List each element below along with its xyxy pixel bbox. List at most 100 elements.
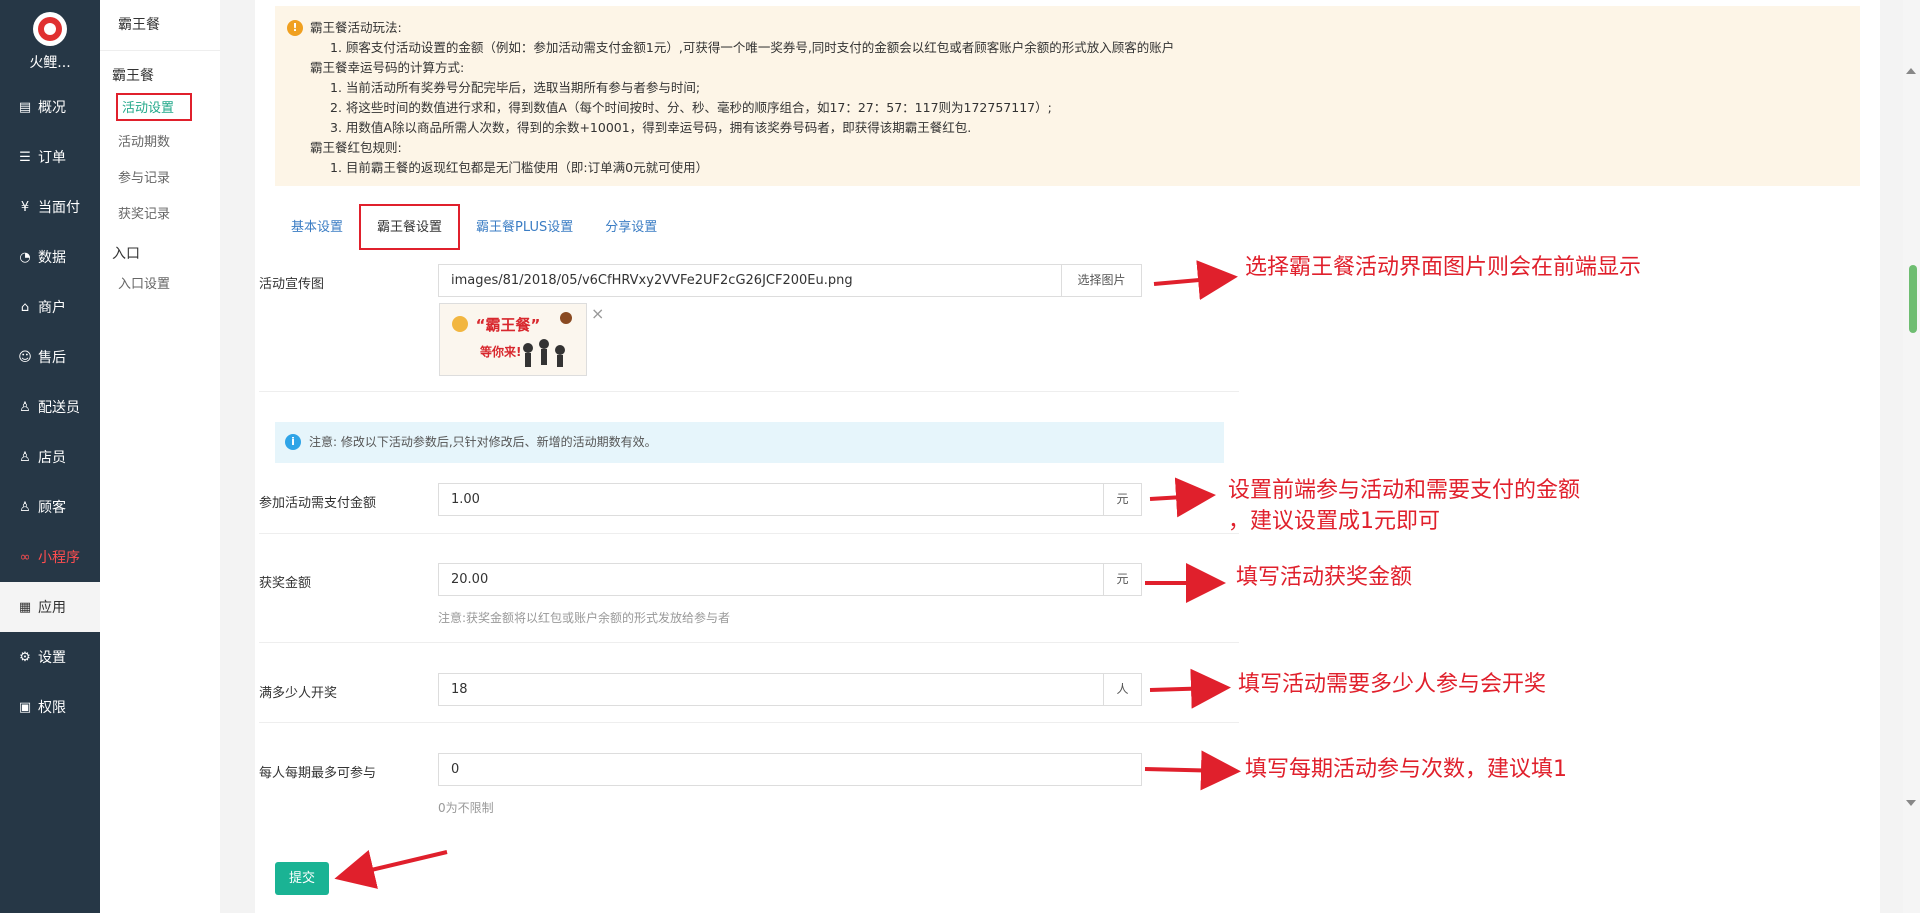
scroll-up-icon[interactable] xyxy=(1906,68,1916,74)
tab-plus-settings[interactable]: 霸王餐PLUS设置 xyxy=(460,206,589,250)
nav-item-aftersale[interactable]: ☺ 售后 xyxy=(0,332,100,382)
nav-item-data[interactable]: ◔ 数据 xyxy=(0,232,100,282)
prize-amount-input[interactable]: 20.00 xyxy=(438,563,1104,596)
nav-label: 应用 xyxy=(38,600,66,616)
yen-icon: ¥ xyxy=(20,199,30,215)
nav-label: 订单 xyxy=(38,150,66,166)
pay-amount-label: 参加活动需支付金额 xyxy=(259,496,377,511)
nav-item-orders[interactable]: ☰ 订单 xyxy=(0,132,100,182)
main-sidebar: 火鲤... ▤ 概况 ☰ 订单 ¥ 当面付 ◔ 数据 ⌂ 商户 ☺ 售后 ♙ 配送员 ♙ 店员 … xyxy=(0,0,100,913)
params-notice: i 注意: 修改以下活动参数后,只针对修改后、新增的活动期数有效。 xyxy=(275,422,1224,463)
annotation-pay-2: ，建议设置成1元即可 xyxy=(1228,509,1440,534)
thumb-title: “霸王餐” xyxy=(476,316,541,334)
logo-text: 火鲤... xyxy=(29,55,71,71)
notice-line: 1. 顾客支付活动设置的金额（例如：参加活动需支付金额1元）,可获得一个唯一奖券… xyxy=(330,40,1175,55)
scroll-down-icon[interactable] xyxy=(1906,800,1916,806)
banner-thumbnail-image: “霸王餐” 等你来! xyxy=(440,304,586,375)
info-icon: i xyxy=(285,434,301,450)
annotation-prize: 填写活动获奖金额 xyxy=(1236,565,1413,590)
people-count-input[interactable]: 18 xyxy=(438,673,1104,706)
notice-line: 2. 将这些时间的数值进行求和，得到数值A（每个时间按时、分、秒、毫秒的顺序组合… xyxy=(330,100,1052,115)
info-icon: ! xyxy=(287,20,303,36)
pay-amount-input[interactable]: 1.00 xyxy=(438,483,1104,516)
nav-label: 顾客 xyxy=(38,500,66,516)
nav-item-courier[interactable]: ♙ 配送员 xyxy=(0,382,100,432)
shop-icon: ⌂ xyxy=(20,299,30,315)
nav-item-facepay[interactable]: ¥ 当面付 xyxy=(0,182,100,232)
brand-logo-icon xyxy=(33,12,67,46)
sub-group-bawangcan: 霸王餐 xyxy=(112,68,154,84)
thumb-subtitle: 等你来! xyxy=(479,344,521,359)
courier-icon: ♙ xyxy=(19,399,31,415)
customer-icon: ♙ xyxy=(19,499,31,515)
chart-icon: ◔ xyxy=(19,249,31,265)
submit-button[interactable]: 提交 xyxy=(275,862,329,895)
choose-image-button[interactable]: 选择图片 xyxy=(1061,264,1142,297)
remove-image-icon[interactable]: × xyxy=(591,304,604,323)
dashboard-icon: ▤ xyxy=(18,99,32,115)
annotation-banner: 选择霸王餐活动界面图片则会在前端显示 xyxy=(1245,255,1642,280)
sub-sidebar: 霸王餐 霸王餐 活动设置 活动期数 参与记录 获奖记录 入口 入口设置 xyxy=(100,0,221,913)
people-count-label: 满多少人开奖 xyxy=(259,686,338,701)
pay-amount-unit: 元 xyxy=(1103,483,1142,516)
banner-path-field[interactable]: images/81/2018/05/v6CfHRVxy2VVFe2UF2cG26… xyxy=(438,264,1065,297)
sub-sidebar-title: 霸王餐 xyxy=(100,0,220,51)
order-icon: ☰ xyxy=(19,149,31,165)
divider xyxy=(259,533,1239,534)
apps-icon: ▦ xyxy=(18,599,32,615)
nav-label: 当面付 xyxy=(38,200,80,216)
banner-thumbnail: “霸王餐” 等你来! xyxy=(439,303,587,376)
clerk-icon: ♙ xyxy=(19,449,31,465)
miniprogram-icon: ∞ xyxy=(19,549,31,565)
nav-label: 店员 xyxy=(38,450,66,466)
nav-label: 设置 xyxy=(38,650,66,666)
annotation-people: 填写活动需要多少人参与会开奖 xyxy=(1238,672,1547,697)
settings-tabs: 基本设置 霸王餐设置 霸王餐PLUS设置 分享设置 xyxy=(275,204,673,250)
prize-amount-label: 获奖金额 xyxy=(259,576,312,591)
tab-bawangcan-settings[interactable]: 霸王餐设置 xyxy=(359,204,461,250)
nav-label: 概况 xyxy=(38,100,66,116)
nav-label: 商户 xyxy=(38,300,66,316)
nav-item-miniprogram[interactable]: ∞ 小程序 xyxy=(0,532,100,582)
annotation-pay-1: 设置前端参与活动和需要支付的金额 xyxy=(1228,478,1581,503)
nav-item-customer[interactable]: ♙ 顾客 xyxy=(0,482,100,532)
lock-icon: ▣ xyxy=(18,699,32,715)
tab-basic-settings[interactable]: 基本设置 xyxy=(275,206,359,250)
sub-group-entrance: 入口 xyxy=(112,246,140,262)
sub-item-activity-settings[interactable]: 活动设置 xyxy=(116,93,192,121)
params-notice-text: 注意: 修改以下活动参数后,只针对修改后、新增的活动期数有效。 xyxy=(309,435,657,449)
nav-item-merchant[interactable]: ⌂ 商户 xyxy=(0,282,100,332)
prize-amount-hint: 注意:获奖金额将以红包或账户余额的形式发放给参与者 xyxy=(438,611,731,625)
notice-line: 霸王餐活动玩法: xyxy=(310,20,402,35)
logo[interactable]: 火鲤... xyxy=(0,12,100,72)
sub-item-participation-records[interactable]: 参与记录 xyxy=(116,165,220,193)
nav-item-clerk[interactable]: ♙ 店员 xyxy=(0,432,100,482)
rules-notice: ! 霸王餐活动玩法: 1. 顾客支付活动设置的金额（例如：参加活动需支付金额1元… xyxy=(275,6,1860,186)
notice-line: 3. 用数值A除以商品所需人次数，得到的余数+10001，得到幸运号码，拥有该奖… xyxy=(330,120,972,135)
notice-line: 1. 当前活动所有奖券号分配完毕后，选取当期所有参与者参与时间; xyxy=(330,80,701,95)
nav-label: 配送员 xyxy=(38,400,80,416)
nav-label: 数据 xyxy=(38,250,66,266)
nav-label: 售后 xyxy=(38,350,66,366)
main-nav: ▤ 概况 ☰ 订单 ¥ 当面付 ◔ 数据 ⌂ 商户 ☺ 售后 ♙ 配送员 ♙ 店员 ♙ 顾客 ∞ 小… xyxy=(0,82,100,732)
nav-item-settings[interactable]: ⚙ 设置 xyxy=(0,632,100,682)
annotation-limit: 填写每期活动参与次数，建议填1 xyxy=(1245,757,1567,782)
aftersale-icon: ☺ xyxy=(18,349,32,365)
participation-limit-label: 每人每期最多可参与 xyxy=(259,766,377,781)
gear-icon: ⚙ xyxy=(19,649,31,665)
tab-share-settings[interactable]: 分享设置 xyxy=(589,206,673,250)
participation-limit-input[interactable]: 0 xyxy=(438,753,1142,786)
divider xyxy=(259,391,1239,392)
people-count-unit: 人 xyxy=(1103,673,1142,706)
sub-item-activity-periods[interactable]: 活动期数 xyxy=(116,129,220,157)
page-scrollbar[interactable] xyxy=(1903,0,1920,913)
nav-label: 权限 xyxy=(38,700,66,716)
notice-line: 霸王餐红包规则: xyxy=(310,140,402,155)
scrollbar-thumb[interactable] xyxy=(1909,265,1917,333)
sub-item-award-records[interactable]: 获奖记录 xyxy=(116,201,220,229)
nav-item-apps[interactable]: ▦ 应用 xyxy=(0,582,100,632)
nav-item-overview[interactable]: ▤ 概况 xyxy=(0,82,100,132)
nav-item-permissions[interactable]: ▣ 权限 xyxy=(0,682,100,732)
sub-item-entrance-settings[interactable]: 入口设置 xyxy=(116,271,220,299)
banner-label: 活动宣传图 xyxy=(259,277,325,292)
